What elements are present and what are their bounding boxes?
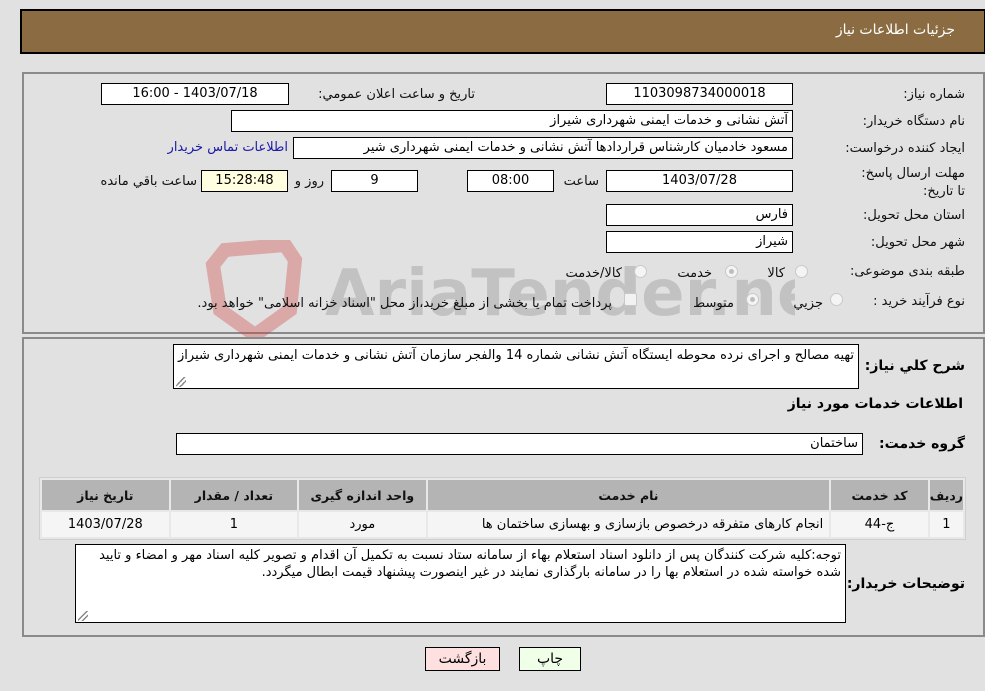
buyer-org-label: نام دستگاه خریدار:: [862, 114, 965, 129]
city-label: شهر محل تحویل:: [870, 235, 965, 250]
cell-unit: مورد: [299, 512, 426, 537]
category-option-goods: کالا: [767, 266, 785, 281]
cell-service-name: انجام کارهای متفرقه درخصوص بازسازی و بهس…: [427, 512, 830, 537]
back-button[interactable]: بازگشت: [425, 647, 500, 671]
cell-quantity: 1: [170, 512, 298, 537]
purchase-option-medium: متوسط: [693, 296, 734, 311]
buyer-org-field: آتش نشانی و خدمات ایمنی شهرداری شیراز: [231, 110, 793, 132]
purchase-type-label: نوع فرآیند خرید :: [873, 294, 965, 309]
table-row: 1 ج-44 انجام کارهای متفرقه درخصوص بازساز…: [42, 512, 963, 537]
services-table: ردیف کد خدمت نام خدمت واحد اندازه گیری ت…: [39, 477, 966, 540]
days-remaining-field: 9: [331, 170, 418, 192]
col-unit: واحد اندازه گیری: [299, 480, 426, 510]
city-field: شیراز: [606, 231, 793, 253]
page-title: جزئیات اطلاعات نیاز: [835, 22, 955, 38]
resize-grip-icon[interactable]: [176, 377, 186, 387]
time-remaining-label: ساعت باقي مانده: [100, 174, 197, 189]
col-need-date: تاریخ نیاز: [42, 480, 169, 510]
col-service-name: نام خدمت: [427, 480, 830, 510]
description-label: شرح کلي نياز:: [864, 358, 965, 374]
province-field: فارس: [606, 204, 793, 226]
treasury-note: پرداخت تمام یا بخشی از مبلغ خرید،از محل …: [197, 296, 612, 311]
province-label: استان محل تحویل:: [863, 208, 965, 223]
cell-service-code: ج-44: [831, 512, 928, 537]
requester-field: مسعود خادمیان کارشناس قراردادها آتش نشان…: [293, 137, 793, 159]
service-group-label: گروه خدمت:: [879, 436, 965, 452]
announce-datetime-label: تاريخ و ساعت اعلان عمومي:: [318, 87, 475, 102]
service-group-field: ساختمان: [176, 433, 863, 455]
description-textarea[interactable]: تهیه مصالح و اجرای نرده محوطه ایستگاه آت…: [173, 344, 859, 389]
deadline-date-field: 1403/07/28: [606, 170, 793, 192]
category-label: طبقه بندی موضوعی:: [849, 264, 965, 279]
buyer-notes-textarea[interactable]: توجه:کلیه شرکت کنندگان پس از دانلود اسنا…: [75, 544, 846, 623]
col-service-code: کد خدمت: [831, 480, 928, 510]
purchase-option-minor: جزيي: [793, 296, 823, 311]
buyer-notes-text: توجه:کلیه شرکت کنندگان پس از دانلود اسنا…: [99, 548, 841, 580]
description-text: تهیه مصالح و اجرای نرده محوطه ایستگاه آت…: [178, 348, 854, 363]
days-label: روز و: [294, 174, 324, 189]
need-number-label: شماره نیاز:: [903, 87, 965, 102]
buyer-notes-label: توضیحات خریدار:: [846, 576, 965, 592]
category-option-service: خدمت: [677, 266, 712, 281]
buyer-contact-link[interactable]: اطلاعات تماس خریدار: [168, 140, 288, 155]
requester-label: ایجاد کننده درخواست:: [845, 141, 965, 156]
category-option-goods-service: کالا/خدمت: [565, 266, 622, 281]
treasury-checkbox[interactable]: [624, 293, 637, 306]
purchase-radio-minor[interactable]: [830, 293, 843, 306]
resize-grip-icon[interactable]: [78, 611, 88, 621]
cell-need-date: 1403/07/28: [42, 512, 169, 537]
col-row-number: ردیف: [929, 480, 963, 510]
deadline-time-label: ساعت: [563, 174, 599, 189]
category-radio-goods-service[interactable]: [634, 265, 647, 278]
col-quantity: تعداد / مقدار: [170, 480, 298, 510]
need-number-field: 1103098734000018: [606, 83, 793, 105]
print-button[interactable]: چاپ: [519, 647, 581, 671]
deadline-label: مهلت ارسال پاسخ: تا تاریخ:: [861, 166, 965, 199]
time-remaining-field: 15:28:48: [201, 170, 288, 192]
category-radio-goods[interactable]: [795, 265, 808, 278]
deadline-time-field: 08:00: [467, 170, 554, 192]
services-table-header: ردیف کد خدمت نام خدمت واحد اندازه گیری ت…: [42, 480, 963, 510]
announce-datetime-field: 1403/07/18 - 16:00: [101, 83, 289, 105]
category-radio-service[interactable]: [725, 265, 738, 278]
services-section-title: اطلاعات خدمات مورد نیاز: [787, 396, 963, 412]
cell-row-number: 1: [929, 512, 963, 537]
purchase-radio-medium[interactable]: [746, 293, 759, 306]
